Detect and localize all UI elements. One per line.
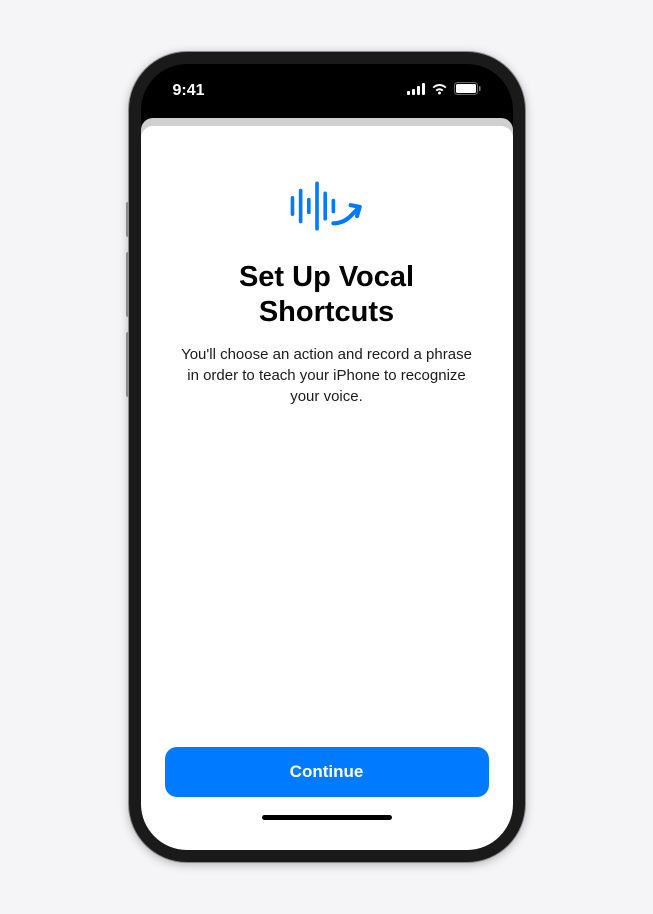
page-title: Set Up Vocal Shortcuts	[187, 260, 467, 330]
status-time: 9:41	[173, 82, 205, 100]
home-indicator[interactable]	[262, 815, 392, 820]
sheet-content: Set Up Vocal Shortcuts You'll choose an …	[165, 176, 489, 407]
continue-button[interactable]: Continue	[165, 747, 489, 797]
dynamic-island	[272, 76, 382, 108]
battery-icon	[454, 82, 481, 100]
setup-sheet: Set Up Vocal Shortcuts You'll choose an …	[141, 126, 513, 850]
voice-waveform-arrow-icon	[287, 176, 367, 236]
wifi-icon	[431, 82, 448, 100]
phone-screen: 9:41	[141, 64, 513, 850]
cellular-signal-icon	[407, 82, 425, 100]
page-description: You'll choose an action and record a phr…	[177, 344, 477, 407]
status-icons-group	[407, 82, 481, 100]
phone-device-frame: 9:41	[129, 52, 525, 862]
spacer	[165, 407, 489, 747]
